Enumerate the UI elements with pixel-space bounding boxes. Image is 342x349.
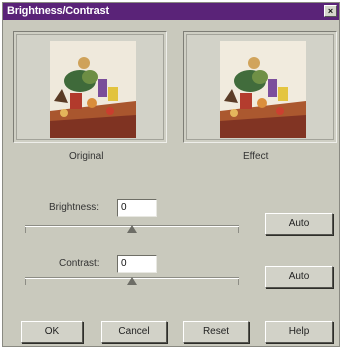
window-title: Brightness/Contrast xyxy=(7,5,109,17)
original-preview-frame xyxy=(13,31,167,143)
effect-preview-frame xyxy=(183,31,337,143)
contrast-input[interactable]: 0 xyxy=(117,255,157,273)
brightness-slider-thumb[interactable] xyxy=(127,225,137,233)
brightness-auto-button[interactable]: Auto xyxy=(265,213,333,235)
effect-caption: Effect xyxy=(243,151,269,162)
contrast-slider-min-tick xyxy=(25,279,26,285)
effect-preview-image xyxy=(220,41,306,138)
cancel-button[interactable]: Cancel xyxy=(101,321,167,343)
contrast-slider-max-tick xyxy=(238,279,239,285)
reset-button[interactable]: Reset xyxy=(183,321,249,343)
brightness-slider[interactable] xyxy=(25,221,239,235)
contrast-auto-button[interactable]: Auto xyxy=(265,266,333,288)
contrast-slider[interactable] xyxy=(25,273,239,287)
close-button[interactable]: × xyxy=(324,5,337,17)
help-button[interactable]: Help xyxy=(265,321,333,343)
original-caption: Original xyxy=(69,151,104,162)
title-bar[interactable]: Brightness/Contrast × xyxy=(3,3,339,20)
ok-button[interactable]: OK xyxy=(21,321,83,343)
brightness-slider-min-tick xyxy=(25,227,26,233)
brightness-contrast-dialog: Brightness/Contrast × Original Effect Br… xyxy=(2,2,340,347)
brightness-input[interactable]: 0 xyxy=(117,199,157,217)
brightness-slider-max-tick xyxy=(238,227,239,233)
contrast-label: Contrast: xyxy=(59,258,100,269)
original-preview-image xyxy=(50,41,136,138)
contrast-slider-thumb[interactable] xyxy=(127,277,137,285)
brightness-label: Brightness: xyxy=(49,202,100,213)
